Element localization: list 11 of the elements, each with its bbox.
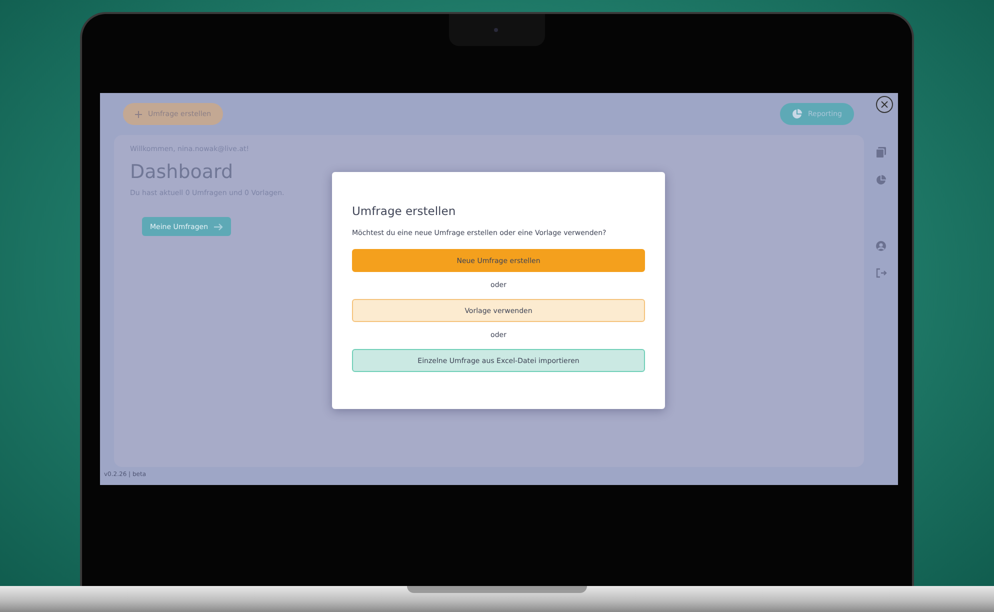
pie-chart-icon	[792, 109, 802, 119]
dialog-title: Umfrage erstellen	[352, 204, 457, 218]
user-icon[interactable]	[876, 241, 886, 251]
logout-icon[interactable]	[876, 268, 886, 278]
arrow-right-icon	[214, 222, 224, 230]
documents-icon[interactable]	[876, 147, 886, 158]
reports-icon[interactable]	[876, 175, 886, 185]
camera-icon	[494, 28, 498, 32]
plus-icon	[135, 110, 142, 118]
close-icon	[881, 101, 888, 108]
close-button[interactable]	[876, 96, 893, 113]
